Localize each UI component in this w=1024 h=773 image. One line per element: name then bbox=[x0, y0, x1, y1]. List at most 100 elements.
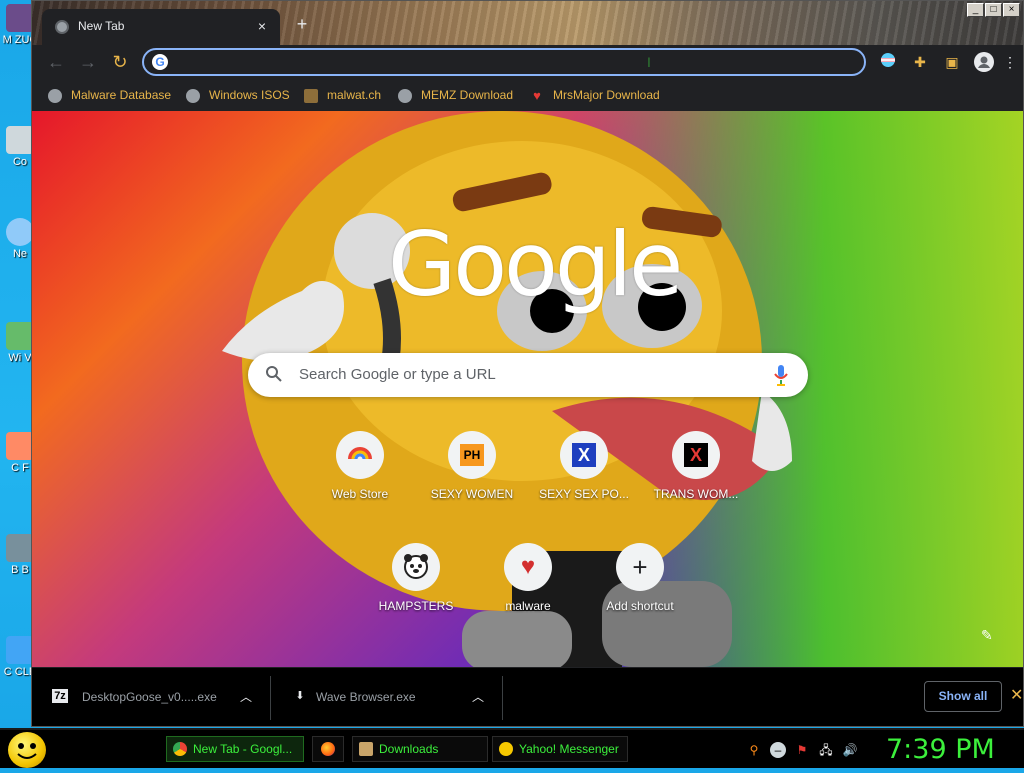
new-tab-button[interactable]: + bbox=[290, 13, 314, 37]
add-shortcut-button[interactable]: + Add shortcut bbox=[584, 535, 696, 635]
bookmark-malwatch[interactable]: malwat.ch bbox=[304, 86, 381, 104]
download-file-icon: ⬇ bbox=[295, 690, 305, 702]
google-logo: Google bbox=[388, 213, 683, 316]
download-item-wave-browser[interactable]: ⬇ Wave Browser.exe ︿ bbox=[272, 668, 502, 727]
search-box[interactable]: Search Google or type a URL bbox=[248, 353, 808, 397]
google-icon: G bbox=[152, 54, 168, 70]
forward-button[interactable]: → bbox=[76, 50, 100, 74]
desktop-icon-label: Ne bbox=[12, 248, 28, 260]
desktop-icon-label: Wi V bbox=[8, 352, 32, 364]
title-bar[interactable]: New Tab × + _ □ × bbox=[32, 1, 1023, 45]
desktop-icon-label: C F bbox=[11, 462, 29, 474]
search-placeholder: Search Google or type a URL bbox=[299, 366, 496, 383]
search-tray-icon[interactable]: ⚲ bbox=[746, 742, 762, 758]
x-red-icon-text: X bbox=[684, 443, 708, 467]
shortcut-sexy-women[interactable]: PH SEXY WOMEN bbox=[416, 423, 528, 523]
recycle-bin-icon bbox=[6, 322, 34, 350]
chevron-up-icon[interactable]: ︿ bbox=[240, 688, 252, 705]
browser-window: New Tab × + _ □ × ← → ↻ G I ✚ ▣ ⋮ Malwar… bbox=[31, 0, 1024, 727]
shortcut-label: Web Store bbox=[331, 487, 389, 501]
tab-close-icon[interactable]: × bbox=[252, 16, 272, 36]
x-blue-icon-text: X bbox=[572, 443, 596, 467]
maximize-button[interactable]: □ bbox=[985, 3, 1002, 17]
globe-icon bbox=[186, 88, 200, 103]
heart-icon: ♥ bbox=[533, 87, 541, 103]
shortcut-malware[interactable]: ♥ malware bbox=[472, 535, 584, 635]
clock[interactable]: 7:39 PM bbox=[886, 732, 995, 768]
computer-icon bbox=[6, 126, 34, 154]
bookmark-label: MrsMajor Download bbox=[553, 88, 660, 102]
microphone-icon[interactable] bbox=[774, 364, 788, 386]
side-panel-icon[interactable]: ▣ bbox=[942, 52, 962, 72]
task-label: Yahoo! Messenger bbox=[519, 742, 619, 756]
bookmark-malware-database[interactable]: Malware Database bbox=[48, 86, 171, 104]
program-icon bbox=[6, 534, 34, 562]
yahoo-smiley-icon bbox=[499, 742, 513, 756]
chrome-favicon-icon bbox=[55, 20, 69, 34]
bookmark-label: Malware Database bbox=[71, 88, 172, 102]
task-label: Downloads bbox=[379, 742, 439, 756]
search-icon bbox=[265, 365, 285, 385]
address-bar[interactable]: G I bbox=[142, 48, 866, 76]
profile-flag-icon[interactable] bbox=[878, 52, 898, 72]
customize-pencil-icon[interactable]: ✎ bbox=[981, 627, 997, 643]
shortcut-trans-wom[interactable]: X TRANS WOM... bbox=[640, 423, 752, 523]
show-all-button[interactable]: Show all bbox=[924, 681, 1002, 712]
task-new-tab[interactable]: New Tab - Googl... bbox=[166, 736, 304, 762]
globe-icon bbox=[398, 88, 412, 103]
shortcut-label: Add shortcut bbox=[606, 599, 674, 613]
shortcut-label: TRANS WOM... bbox=[653, 487, 739, 501]
heart-icon: ♥ bbox=[504, 543, 552, 591]
task-yahoo-messenger[interactable]: Yahoo! Messenger bbox=[492, 736, 628, 762]
text-cursor-icon: I bbox=[647, 54, 651, 70]
close-window-button[interactable]: × bbox=[1003, 3, 1020, 17]
network-tray-icon[interactable]: 🖧 bbox=[818, 742, 834, 758]
volume-icon[interactable]: 🔊 bbox=[842, 742, 858, 758]
divider bbox=[502, 676, 503, 720]
close-downloads-icon[interactable]: ✕ bbox=[1010, 685, 1023, 705]
shortcut-hampsters[interactable]: HAMPSTERS bbox=[360, 535, 472, 635]
alien-icon bbox=[304, 88, 318, 103]
x-blue-icon: X bbox=[560, 431, 608, 479]
program-icon bbox=[6, 4, 34, 32]
download-filename: Wave Browser.exe bbox=[316, 690, 416, 704]
globe-icon bbox=[48, 88, 62, 103]
messenger-tray-icon[interactable]: – bbox=[770, 742, 786, 758]
desktop-icon-label: B B bbox=[11, 564, 29, 576]
shortcut-sexy-sex-po[interactable]: X SEXY SEX PO... bbox=[528, 423, 640, 523]
tab-new-tab[interactable]: New Tab × bbox=[42, 9, 280, 45]
bookmark-label: MEMZ Download bbox=[421, 88, 514, 102]
bookmark-windows-isos[interactable]: Windows ISOS bbox=[186, 86, 290, 104]
plus-icon-text: + bbox=[632, 552, 648, 582]
download-item-desktopgoose[interactable]: 7z DesktopGoose_v0.....exe ︿ bbox=[32, 668, 268, 727]
bookmark-mrsmajor-download[interactable]: ♥ MrsMajor Download bbox=[530, 86, 660, 104]
start-button[interactable] bbox=[8, 732, 46, 768]
shortcut-label: SEXY SEX PO... bbox=[539, 487, 629, 501]
extensions-icon[interactable]: ✚ bbox=[910, 52, 930, 72]
folder-icon bbox=[359, 742, 373, 756]
shortcut-label: SEXY WOMEN bbox=[430, 487, 514, 501]
new-tab-page: Google Search Google or type a URL Web S… bbox=[32, 111, 1023, 667]
back-button[interactable]: ← bbox=[44, 50, 68, 74]
program-icon bbox=[6, 432, 34, 460]
x-red-icon: X bbox=[672, 431, 720, 479]
bookmarks-bar: Malware Database Windows ISOS malwat.ch … bbox=[32, 79, 1023, 111]
task-downloads[interactable]: Downloads bbox=[352, 736, 488, 762]
minimize-button[interactable]: _ bbox=[967, 3, 984, 17]
reload-button[interactable]: ↻ bbox=[108, 50, 132, 74]
profile-avatar-icon[interactable] bbox=[974, 52, 994, 72]
bookmark-memz-download[interactable]: MEMZ Download bbox=[398, 86, 513, 104]
shortcut-web-store[interactable]: Web Store bbox=[304, 423, 416, 523]
task-label: New Tab - Googl... bbox=[193, 742, 293, 756]
firefox-icon bbox=[321, 742, 335, 756]
shortcut-label: malware bbox=[505, 599, 551, 613]
plus-icon: + bbox=[616, 543, 664, 591]
network-icon bbox=[6, 218, 34, 246]
chevron-up-icon[interactable]: ︿ bbox=[472, 688, 484, 705]
bookmark-label: malwat.ch bbox=[327, 88, 382, 102]
action-center-flag-icon[interactable]: ⚑ bbox=[794, 742, 810, 758]
menu-icon[interactable]: ⋮ bbox=[1000, 52, 1020, 72]
archive-icon: 7z bbox=[52, 689, 68, 703]
task-firefox[interactable] bbox=[312, 736, 344, 762]
hamster-icon bbox=[392, 543, 440, 591]
